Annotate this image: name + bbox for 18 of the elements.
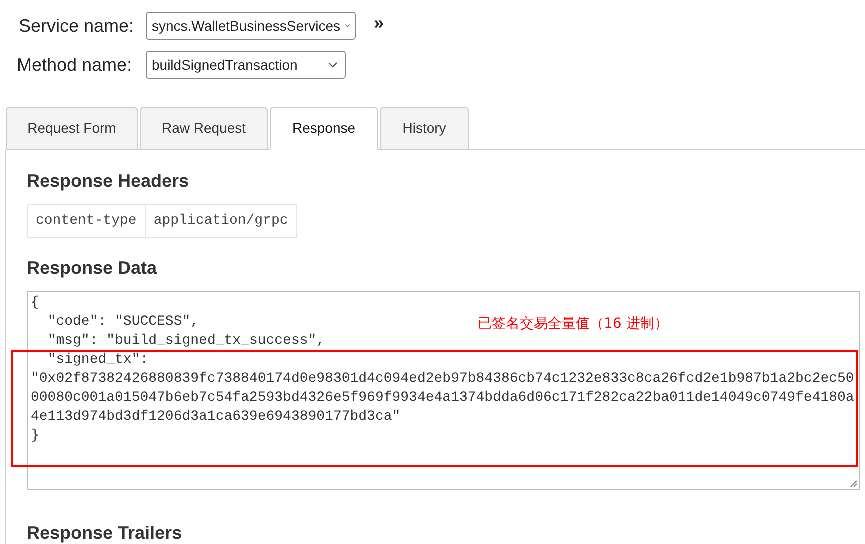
chevron-down-icon [344,23,350,29]
section-heading: Response Trailers [27,523,184,544]
method-select[interactable]: buildSignedTransaction [146,51,346,79]
section-heading: Response Data [27,258,158,279]
tab[interactable]: Raw Request [140,107,268,150]
chevron-down-icon [328,62,338,68]
method-name-label: Method name: [17,54,134,76]
expand-link[interactable]: » [374,12,384,34]
table-cell: application/grpc [145,204,297,238]
service-name-label: Service name: [19,16,136,36]
table-cell: content-type [28,204,146,238]
service-select[interactable]: syncs.WalletBusinessServices [146,12,356,40]
tab[interactable]: Response [270,107,378,150]
annotation-label: 已签名交易全量值（16 进制） [478,315,668,333]
section-heading: Response Headers [27,171,190,192]
tab[interactable]: History [380,107,469,150]
tab[interactable]: Request Form [6,107,138,150]
resize-handle-icon[interactable] [850,480,858,488]
